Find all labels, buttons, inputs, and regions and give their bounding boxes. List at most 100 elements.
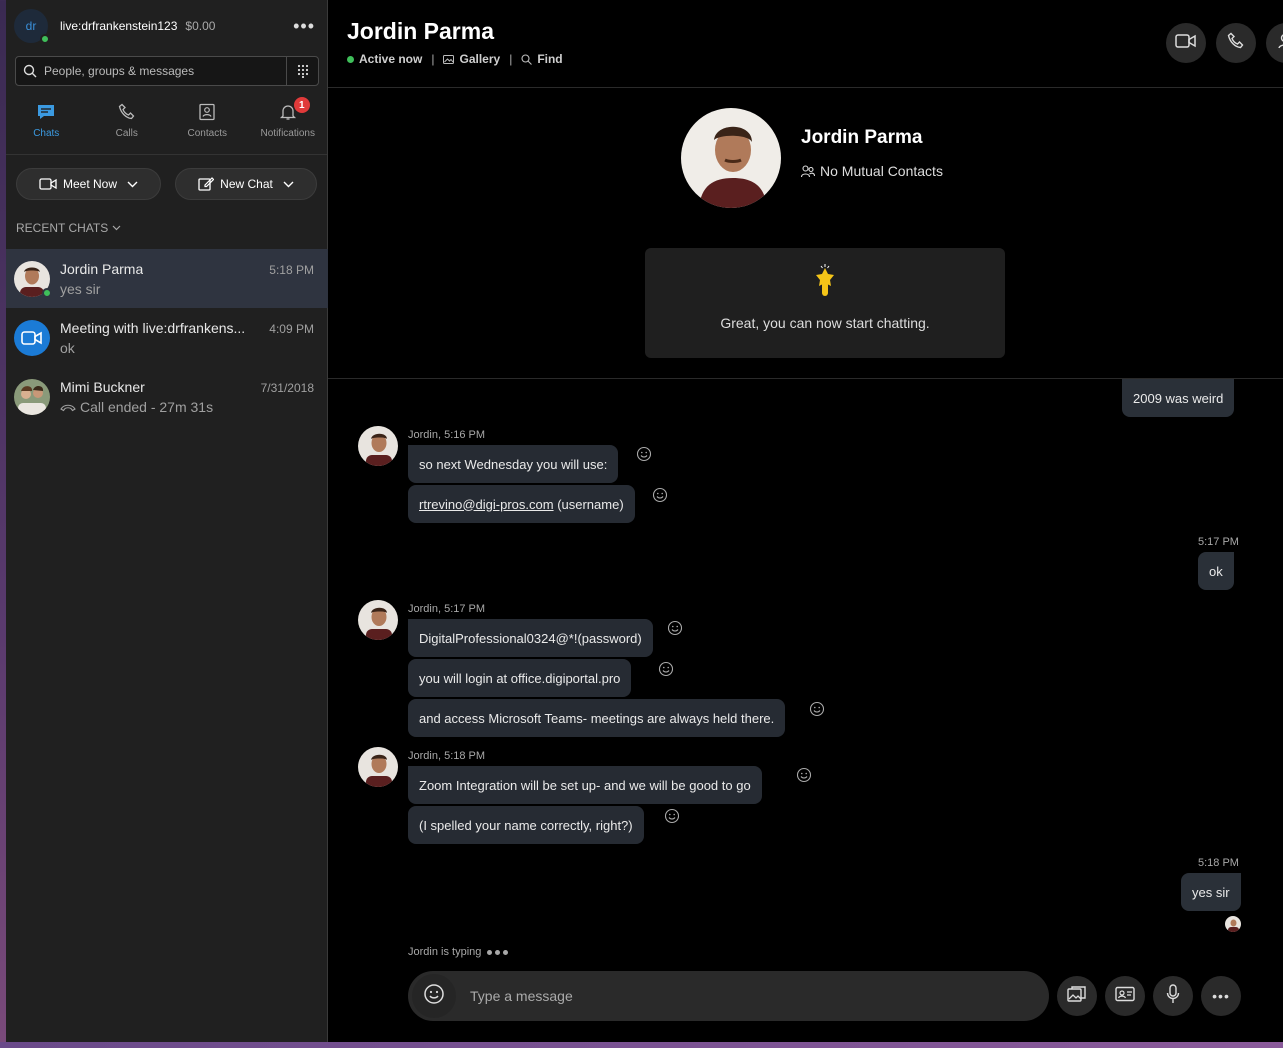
meet-now-button[interactable]: Meet Now [16, 168, 161, 200]
message-bubble[interactable]: and access Microsoft Teams- meetings are… [408, 699, 786, 737]
account-name[interactable]: live:drfrankenstein123 [60, 19, 177, 33]
message-bubble[interactable]: Zoom Integration will be set up- and we … [408, 766, 762, 804]
find-link[interactable]: Find [521, 52, 563, 66]
nav-tabs: Chats Calls Contacts 1 Notifications [6, 97, 329, 148]
message-bubble[interactable]: DigitalProfessional0324@*!(password) [408, 619, 653, 657]
more-options-icon[interactable]: ••• [293, 16, 315, 37]
voice-message-button[interactable] [1153, 976, 1193, 1016]
contact-card: Jordin Parma No Mutual Contacts [681, 108, 943, 208]
audio-call-button[interactable] [1216, 23, 1256, 63]
chat-list-item[interactable]: Meeting with live:drfrankens... 4:09 PM … [6, 308, 328, 367]
more-options-icon: ••• [1212, 988, 1230, 1004]
tab-notifications[interactable]: 1 Notifications [248, 97, 329, 148]
message-text: DigitalProfessional0324@*!(password) [419, 630, 642, 646]
chat-list-item[interactable]: Jordin Parma 5:18 PM yes sir [6, 249, 328, 308]
message-bubble-sent[interactable]: 2009 was weird [1122, 379, 1235, 417]
add-person-icon [1277, 32, 1283, 55]
emoji-button[interactable] [412, 974, 456, 1018]
tab-calls[interactable]: Calls [87, 100, 168, 148]
people-icon [801, 164, 815, 178]
video-call-button[interactable] [1166, 23, 1206, 63]
message-text: you will login at office.digiportal.pro [419, 670, 621, 686]
search-input[interactable] [44, 64, 286, 78]
chat-list-item[interactable]: Mimi Buckner 7/31/2018 Call ended - 27m … [6, 367, 328, 426]
contact-avatar[interactable] [681, 108, 781, 208]
composer-actions: ••• [1057, 976, 1241, 1016]
conversation-pane: Jordin Parma Active now | Gallery | Find [328, 0, 1283, 1042]
message-bubble-sent[interactable]: ok [1198, 552, 1234, 590]
add-people-button[interactable] [1266, 23, 1283, 63]
message-text: Zoom Integration will be set up- and we … [419, 777, 751, 793]
message-time: 5:17 PM [1198, 536, 1239, 548]
dialpad-icon[interactable] [286, 57, 318, 85]
sidebar: dr live:drfrankenstein123 $0.00 ••• Chat… [6, 0, 328, 1042]
recent-chats-header[interactable]: RECENT CHATS [16, 221, 121, 235]
avatar [14, 378, 50, 415]
emoji-react-icon[interactable] [658, 661, 674, 677]
video-camera-icon [1175, 33, 1197, 54]
tab-chats[interactable]: Chats [6, 100, 87, 148]
sender-avatar[interactable] [358, 600, 398, 640]
email-link[interactable]: rtrevino@digi-pros.com [419, 497, 554, 512]
chat-preview: ok [60, 339, 75, 356]
message-meta: Jordin, 5:17 PM [408, 603, 486, 615]
contact-name: Jordin Parma [801, 127, 923, 148]
send-contact-button[interactable] [1105, 976, 1145, 1016]
page-title[interactable]: Jordin Parma [347, 18, 494, 45]
account-balance[interactable]: $0.00 [185, 19, 215, 33]
message-text: and access Microsoft Teams- meetings are… [419, 710, 775, 726]
emoji-react-icon[interactable] [667, 620, 683, 636]
tab-calls-label: Calls [115, 128, 138, 139]
chat-name: Jordin Parma [60, 260, 144, 277]
header-actions [1166, 23, 1283, 63]
image-icon [1067, 985, 1087, 1008]
message-bubble[interactable]: so next Wednesday you will use: [408, 445, 619, 483]
sender-avatar[interactable] [358, 426, 398, 466]
message-text: yes sir [1192, 884, 1230, 900]
welcome-text: Great, you can now start chatting. [720, 315, 930, 331]
chat-preview: Call ended - 27m 31s [80, 398, 214, 415]
tab-contacts[interactable]: Contacts [167, 100, 248, 148]
online-status-icon [347, 55, 354, 63]
online-status-icon [40, 34, 50, 44]
account-avatar[interactable]: dr [14, 9, 50, 44]
new-chat-label: New Chat [220, 177, 273, 191]
microphone-icon [1166, 983, 1180, 1009]
message-text: (I spelled your name correctly, right?) [419, 817, 633, 833]
message-input[interactable] [470, 988, 1049, 1004]
message-text: (username) [553, 496, 624, 512]
compose-icon [198, 176, 215, 192]
mutual-contacts: No Mutual Contacts [801, 163, 943, 179]
action-row: Meet Now New Chat [16, 168, 317, 200]
star-icon [813, 264, 837, 305]
message-bubble-sent[interactable]: yes sir [1181, 873, 1241, 911]
more-options-button[interactable]: ••• [1201, 976, 1241, 1016]
welcome-card: Great, you can now start chatting. [645, 248, 1005, 358]
message-bubble[interactable]: (I spelled your name correctly, right?) [408, 806, 644, 844]
message-meta: Jordin, 5:18 PM [408, 750, 486, 762]
chat-time: 7/31/2018 [260, 380, 314, 395]
message-bubble[interactable]: you will login at office.digiportal.pro [408, 659, 632, 697]
meeting-icon [14, 319, 50, 356]
find-label: Find [537, 52, 563, 66]
emoji-react-icon[interactable] [796, 767, 812, 783]
emoji-react-icon[interactable] [636, 446, 652, 462]
message-bubble[interactable]: rtrevino@digi-pros.com (username) [408, 485, 635, 523]
new-chat-button[interactable]: New Chat [175, 168, 317, 200]
app-window: dr live:drfrankenstein123 $0.00 ••• Chat… [6, 0, 1283, 1042]
sender-avatar[interactable] [358, 747, 398, 787]
chat-preview: yes sir [60, 280, 101, 297]
message-text: 2009 was weird [1133, 390, 1224, 406]
status-text: Active now [359, 52, 423, 66]
header-subline: Active now | Gallery | Find [347, 52, 563, 66]
chat-time: 4:09 PM [269, 321, 314, 336]
emoji-react-icon[interactable] [652, 487, 668, 503]
gallery-label: Gallery [459, 52, 501, 66]
tab-notifications-label: Notifications [260, 128, 315, 139]
divider [6, 154, 327, 155]
call-ended-icon [60, 402, 76, 412]
emoji-react-icon[interactable] [809, 701, 825, 717]
emoji-react-icon[interactable] [664, 808, 680, 824]
gallery-link[interactable]: Gallery [443, 52, 500, 66]
send-media-button[interactable] [1057, 976, 1097, 1016]
